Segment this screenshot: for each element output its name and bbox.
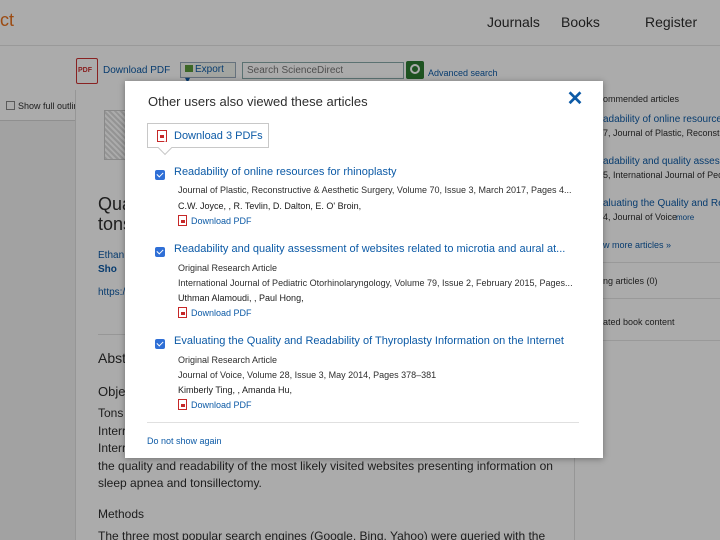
list-item: Evaluating the Quality and Readability o… [155, 335, 585, 410]
item-checkbox[interactable] [155, 170, 165, 180]
item-source: Journal of Voice, Volume 28, Issue 3, Ma… [178, 370, 437, 380]
list-item: Readability of online resources for rhin… [155, 166, 585, 226]
download-pdf-label: Download PDF [191, 400, 252, 410]
item-authors: C.W. Joyce, , R. Tevlin, D. Dalton, E. O… [178, 201, 362, 211]
pdf-icon [157, 130, 167, 142]
item-source: International Journal of Pediatric Otorh… [178, 278, 573, 288]
pdf-icon [178, 399, 187, 410]
item-checkbox[interactable] [155, 339, 165, 349]
item-source: Journal of Plastic, Reconstructive & Aes… [178, 185, 572, 195]
download-pdf-label: Download PDF [191, 308, 252, 318]
close-icon[interactable]: ✕ [566, 89, 584, 109]
item-title-link[interactable]: Evaluating the Quality and Readability o… [174, 335, 564, 347]
item-title-link[interactable]: Readability and quality assessment of we… [174, 243, 565, 255]
download-all-label: Download 3 PDFs [174, 130, 263, 142]
also-viewed-dialog: Other users also viewed these articles ✕… [125, 81, 603, 458]
item-download-pdf-link[interactable]: Download PDF [178, 399, 252, 410]
pdf-icon [178, 307, 187, 318]
list-item: Readability and quality assessment of we… [155, 243, 585, 318]
item-type: Original Research Article [178, 355, 278, 365]
download-pdf-label: Download PDF [191, 216, 252, 226]
item-authors: Uthman Alamoudi, , Paul Hong, [178, 293, 304, 303]
download-all-pdfs-button[interactable]: Download 3 PDFs [147, 123, 269, 148]
item-authors: Kimberly Ting, , Amanda Hu, [178, 385, 293, 395]
item-download-pdf-link[interactable]: Download PDF [178, 307, 252, 318]
dialog-title: Other users also viewed these articles [148, 94, 368, 109]
item-checkbox[interactable] [155, 247, 165, 257]
do-not-show-again-link[interactable]: Do not show again [147, 436, 222, 446]
pdf-icon [178, 215, 187, 226]
item-title-link[interactable]: Readability of online resources for rhin… [174, 166, 397, 178]
item-type: Original Research Article [178, 263, 278, 273]
divider [147, 422, 579, 423]
item-download-pdf-link[interactable]: Download PDF [178, 215, 252, 226]
